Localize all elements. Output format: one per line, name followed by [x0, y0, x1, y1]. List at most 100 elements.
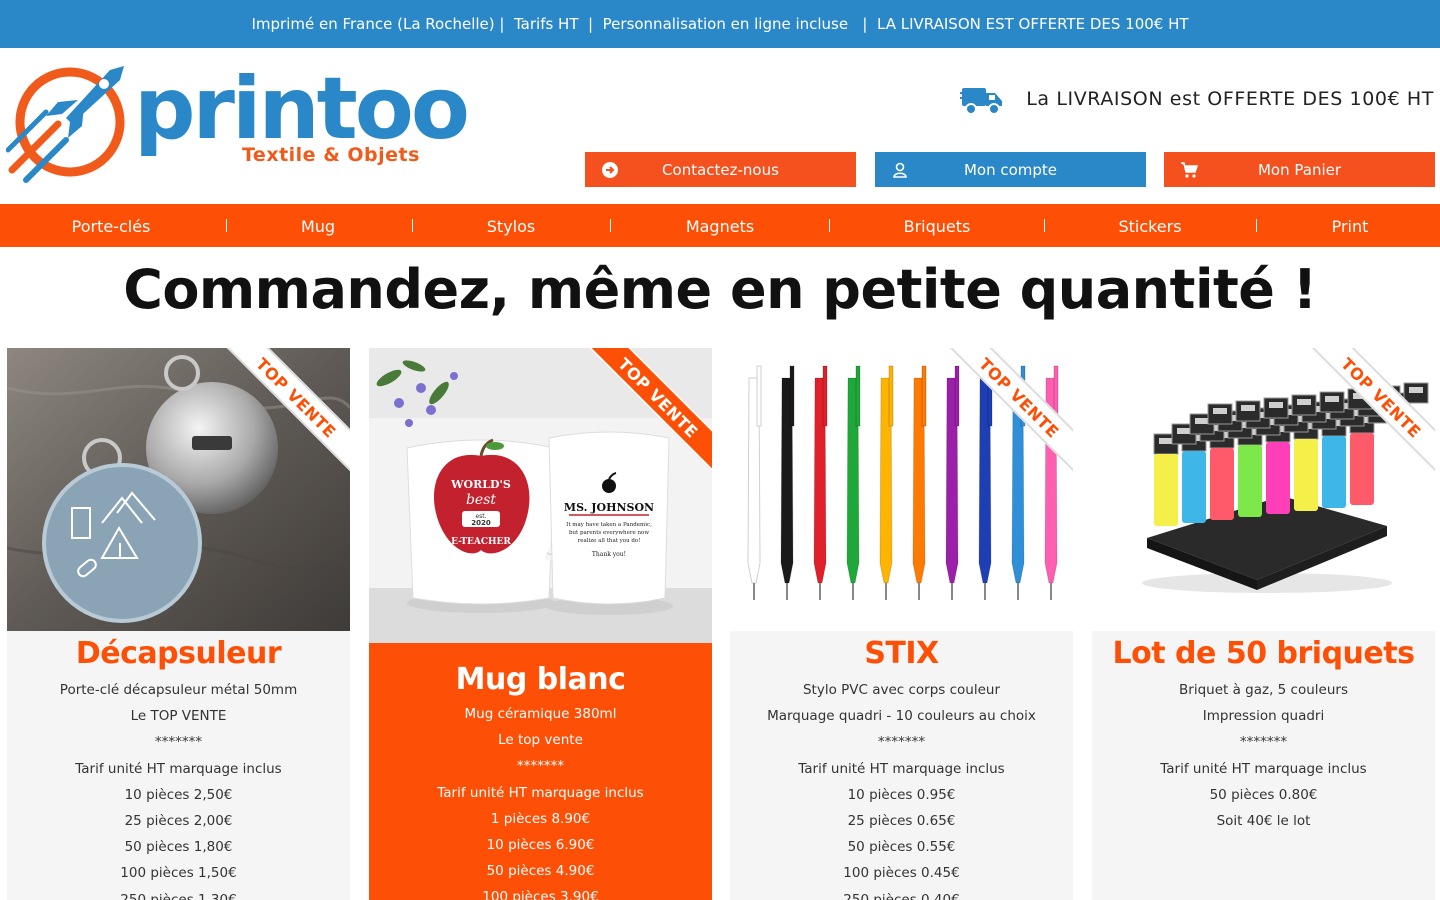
nav-separator [610, 219, 611, 232]
mug-left-text: 2020 [471, 519, 491, 527]
contact-button[interactable]: Contactez-nous [585, 152, 856, 187]
lighter-shape [1235, 400, 1261, 422]
product-price-line: 100 pièces 0.45€ [843, 865, 960, 882]
product-line: ******* [1239, 734, 1288, 751]
product-card-decapsuleur[interactable]: TOP VENTE Décapsuleur Porte-clé décapsul… [7, 348, 350, 900]
logo-tagline: Textile & Objets [242, 144, 420, 166]
lighter-shape [1237, 424, 1263, 517]
account-button[interactable]: Mon compte [875, 152, 1146, 187]
nav-separator [412, 219, 413, 232]
pen-shape [747, 365, 762, 600]
mug-right-text: realize all that you do! [578, 538, 641, 544]
cart-button[interactable]: Mon Panier [1164, 152, 1435, 187]
top-info-bar: Imprimé en France (La Rochelle) | Tarifs… [0, 0, 1440, 48]
pen-shape [945, 365, 960, 600]
page-headline: Commandez, même en petite quantité ! [123, 258, 1317, 321]
product-image-briquets: TOP VENTE [1092, 348, 1435, 631]
product-line: Le TOP VENTE [130, 708, 227, 725]
pen-shape [846, 365, 861, 600]
product-card-mug-blanc[interactable]: WORLD'S best est. 2020 E-TEACHER MS. JOH… [369, 348, 712, 900]
product-card-stix[interactable]: TOP VENTE STIX Stylo PVC avec corps coul… [730, 348, 1073, 900]
shopping-cart-icon [1164, 161, 1214, 178]
product-info: Mug blanc Mug céramique 380ml Le top ven… [369, 662, 712, 900]
lighter-shape [1181, 430, 1207, 523]
product-line: ******* [154, 734, 203, 751]
product-price-line: 50 pièces 4.90€ [486, 863, 595, 880]
account-button-label: Mon compte [963, 160, 1058, 179]
lighter-shape [1291, 394, 1317, 416]
product-line: Stylo PVC avec corps couleur [802, 682, 1001, 698]
lighter-shape [1153, 433, 1179, 526]
product-title: STIX [864, 636, 939, 671]
pen-shape [813, 365, 828, 600]
product-info: Lot de 50 briquets Briquet à gaz, 5 coul… [1092, 636, 1435, 834]
cart-button-label: Mon Panier [1257, 160, 1342, 179]
pen-shape [978, 365, 993, 600]
product-price-line: 10 pièces 6.90€ [486, 836, 595, 853]
product-line: Impression quadri [1202, 708, 1325, 725]
topbar-item: Imprimé en France (La Rochelle) | [251, 15, 505, 33]
topbar-item: Personnalisation en ligne incluse [602, 15, 849, 33]
mug-right-text: but parents everywhere now [569, 530, 649, 536]
product-line: Tarif unité HT marquage inclus [1160, 760, 1367, 777]
lighter-shape [1207, 403, 1233, 425]
nav-item-stickers[interactable]: Stickers [1118, 204, 1181, 247]
pen-shape [912, 365, 927, 600]
mug-left-text: best [466, 492, 496, 508]
product-price-line: 25 pièces 2,00€ [124, 812, 233, 829]
nav-item-stylos[interactable]: Stylos [487, 204, 535, 247]
rocket-icon [6, 66, 125, 183]
product-image-stix: TOP VENTE [730, 348, 1073, 631]
product-price-line: 50 pièces 0.55€ [847, 839, 956, 856]
product-price-line: 250 pièces 1,30€ [120, 891, 237, 900]
product-line: Le top vente [498, 732, 583, 749]
lighter-shape [1265, 421, 1291, 514]
product-line: Tarif unité HT marquage inclus [798, 760, 1005, 777]
lighter-shape [1293, 418, 1319, 511]
delivery-truck-icon [960, 88, 1003, 115]
delivery-text: La LIVRAISON est OFFERTE DES 100€ HT [1026, 88, 1434, 110]
product-info: STIX Stylo PVC avec corps couleur Marqua… [730, 636, 1073, 900]
product-price-line: 250 pièces 0.40€ [843, 891, 960, 900]
mug-right-text: Thank you! [592, 551, 626, 558]
nav-item-briquets[interactable]: Briquets [904, 204, 971, 247]
product-price-line: Soit 40€ le lot [1216, 812, 1311, 829]
product-title: Décapsuleur [75, 636, 282, 671]
lighter-shape [1403, 382, 1429, 404]
pen-shape [1044, 365, 1059, 600]
nav-separator [226, 219, 227, 232]
mug-right-text: It may have taken a Pandemic, [566, 522, 652, 528]
arrow-circle-right-icon [585, 161, 635, 178]
nav-item-print[interactable]: Print [1332, 204, 1369, 247]
mug-right-title: MS. JOHNSON [564, 501, 654, 514]
mug-left-text: WORLD'S [450, 478, 511, 491]
logo-wordmark: printoo [134, 59, 470, 159]
lighter-shape [1321, 415, 1347, 508]
product-price-line: 100 pièces 3.90€ [482, 889, 599, 900]
product-line: ******* [516, 758, 565, 775]
product-title: Lot de 50 briquets [1112, 636, 1415, 671]
product-line: Briquet à gaz, 5 couleurs [1179, 682, 1348, 698]
nav-separator [829, 219, 830, 232]
product-card-briquets[interactable]: TOP VENTE Lot de 50 briquets Briquet à g… [1092, 348, 1435, 900]
product-line: Marquage quadri - 10 couleurs au choix [767, 708, 1036, 725]
nav-item-mug[interactable]: Mug [301, 204, 335, 247]
product-price-line: 10 pièces 0.95€ [847, 786, 956, 803]
product-price-line: 100 pièces 1,50€ [120, 865, 237, 882]
nav-item-magnets[interactable]: Magnets [686, 204, 754, 247]
product-image-mug: WORLD'S best est. 2020 E-TEACHER MS. JOH… [369, 348, 712, 643]
user-icon [875, 162, 925, 178]
lighter-shape [1263, 397, 1289, 419]
product-price-line: 10 pièces 2,50€ [124, 786, 233, 803]
product-price-line: 50 pièces 0.80€ [1209, 786, 1318, 803]
nav-separator [1256, 219, 1257, 232]
nav-item-porte-cles[interactable]: Porte-clés [72, 204, 151, 247]
product-title: Mug blanc [455, 662, 626, 697]
product-image-decapsuleur: TOP VENTE [7, 348, 350, 631]
main-nav: Porte-clés Mug Stylos Magnets Briquets S… [0, 204, 1440, 247]
site-logo[interactable]: printoo Textile & Objets [6, 62, 470, 184]
lighter-shape [1209, 427, 1235, 520]
product-price-line: 1 pièces 8.90€ [490, 810, 591, 827]
product-line: ******* [877, 734, 926, 751]
product-line: Tarif unité HT marquage inclus [437, 784, 644, 801]
